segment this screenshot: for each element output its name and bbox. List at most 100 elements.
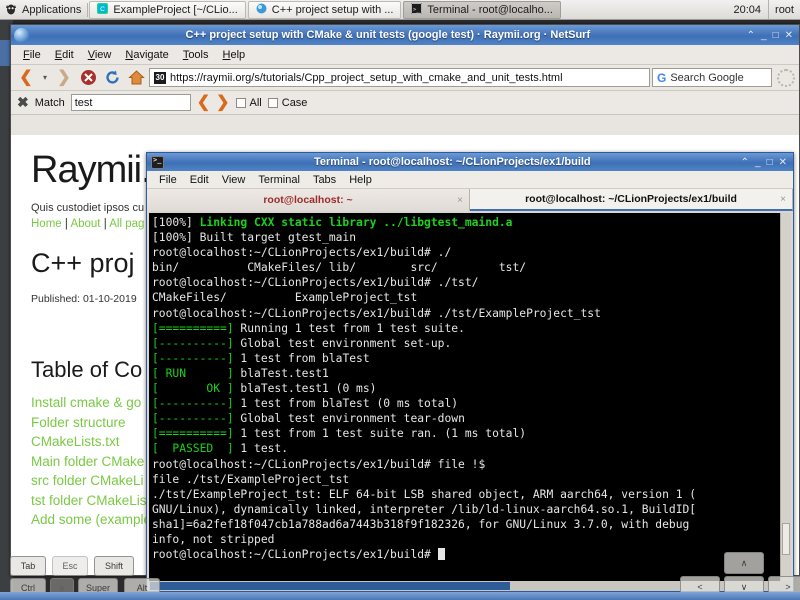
terminal-text: 1 test from blaTest [234, 352, 370, 365]
terminal-line: bin/ CMakeFiles/ lib/ src/ tst/ [152, 260, 788, 275]
find-bar[interactable]: ✖ Match test ❮ ❯ All Case [11, 91, 799, 115]
find-all-checkbox[interactable]: All [236, 97, 262, 109]
terminal-text: Global test environment tear-down [234, 412, 465, 425]
user-indicator[interactable]: root [768, 0, 800, 19]
terminal-menubar[interactable]: File Edit View Terminal Tabs Help [147, 171, 793, 189]
menu-tools[interactable]: Tools [177, 48, 215, 62]
close-button[interactable]: ✕ [779, 157, 787, 168]
find-next-icon[interactable]: ❯ [216, 95, 229, 111]
close-icon[interactable]: ✖ [17, 94, 29, 111]
menu-navigate[interactable]: Navigate [119, 48, 174, 62]
menu-view[interactable]: View [82, 48, 118, 62]
terminal-tab-home[interactable]: root@localhost: ~ × [147, 189, 470, 211]
terminal-text: [==========] [152, 427, 234, 440]
terminal-text: root@localhost:~/CLionProjects/ex1/build… [152, 246, 451, 259]
terminal-text: [ PASSED ] [152, 442, 234, 455]
menu-terminal[interactable]: Terminal [252, 173, 306, 187]
osk-key-up[interactable]: ∧ [724, 552, 764, 574]
browser-title: C++ project setup with CMake & unit test… [29, 29, 747, 41]
svg-text:>_: >_ [413, 7, 420, 13]
terminal-text: root@localhost:~/CLionProjects/ex1/build… [152, 548, 438, 561]
terminal-text: GNU/Linux), dynamically linked, interpre… [152, 503, 696, 516]
terminal-tabstrip[interactable]: root@localhost: ~ × root@localhost: ~/CL… [147, 189, 793, 211]
shade-button[interactable]: ⌃ [741, 157, 749, 168]
nav-link-about[interactable]: About [70, 218, 100, 230]
terminal-text: [ RUN ] [152, 367, 234, 380]
terminal-text: bin/ CMakeFiles/ lib/ src/ tst/ [152, 261, 526, 274]
terminal-text: ./tst/ExampleProject_tst: ELF 64-bit LSB… [152, 488, 696, 501]
terminal-scrollbar-vertical[interactable] [780, 213, 791, 581]
search-text: Search Google [670, 72, 743, 84]
maximize-button[interactable]: □ [773, 30, 779, 41]
menu-file[interactable]: File [153, 173, 183, 187]
taskbar-item-terminal[interactable]: >_ Terminal - root@localho... [403, 1, 561, 19]
maximize-button[interactable]: □ [767, 157, 773, 168]
terminal-line: root@localhost:~/CLionProjects/ex1/build… [152, 245, 788, 260]
reload-icon[interactable] [101, 67, 123, 89]
scrollbar-thumb[interactable] [150, 582, 510, 590]
checkbox-case[interactable] [268, 98, 278, 108]
shade-button[interactable]: ⌃ [747, 30, 755, 41]
tab-close-icon[interactable]: × [780, 194, 786, 205]
terminal-line: [----------] 1 test from blaTest (0 ms t… [152, 396, 788, 411]
osk-key-tab[interactable]: Tab [10, 556, 46, 576]
forward-arrow-icon[interactable]: ❯ [53, 67, 75, 89]
menu-help[interactable]: Help [343, 173, 378, 187]
chevron-down-icon[interactable]: ▾ [39, 67, 51, 89]
nav-link-all-pages[interactable]: All pag [109, 218, 144, 230]
back-arrow-icon[interactable]: ❮ [15, 67, 37, 89]
desktop-screen: 2. Favorites 7. Structure C++ project se… [0, 0, 800, 600]
url-input[interactable]: 30 https://raymii.org/s/tutorials/Cpp_pr… [149, 68, 650, 87]
menu-tabs[interactable]: Tabs [307, 173, 342, 187]
terminal-icon [151, 156, 164, 169]
clion-icon: C [97, 3, 108, 17]
browser-titlebar[interactable]: C++ project setup with CMake & unit test… [11, 25, 799, 45]
search-input[interactable]: G Search Google [652, 68, 772, 87]
osk-key-esc[interactable]: Esc [52, 556, 88, 576]
taskbar-item-netsurf[interactable]: C++ project setup with ... [248, 1, 402, 19]
nav-link-home[interactable]: Home [31, 218, 62, 230]
terminal-window-controls[interactable]: ⌃ _ □ ✕ [741, 157, 793, 168]
find-case-checkbox[interactable]: Case [268, 97, 308, 109]
terminal-line: [100%] Built target gtest_main [152, 230, 788, 245]
menu-help[interactable]: Help [217, 48, 252, 62]
clock[interactable]: 20:04 [727, 4, 769, 16]
browser-window-controls[interactable]: ⌃ _ □ ✕ [747, 30, 799, 41]
scrollbar-thumb[interactable] [782, 523, 790, 555]
terminal-line: root@localhost:~/CLionProjects/ex1/build… [152, 547, 788, 562]
terminal-text: CMakeFiles/ ExampleProject_tst [152, 291, 417, 304]
checkbox-all[interactable] [236, 98, 246, 108]
find-input[interactable]: test [71, 94, 191, 111]
terminal-text: root@localhost:~/CLionProjects/ex1/build… [152, 458, 485, 471]
close-button[interactable]: ✕ [785, 30, 793, 41]
stop-icon[interactable] [77, 67, 99, 89]
minimize-button[interactable]: _ [755, 157, 761, 168]
menu-view[interactable]: View [216, 173, 252, 187]
home-icon[interactable] [125, 67, 147, 89]
terminal-text: [ OK ] [152, 382, 234, 395]
terminal-text: file ./tst/ExampleProject_tst [152, 473, 349, 486]
terminal-output[interactable]: [100%] Linking CXX static library ../lib… [149, 213, 791, 581]
menu-file[interactable]: File [17, 48, 47, 62]
menu-edit[interactable]: Edit [49, 48, 80, 62]
menu-edit[interactable]: Edit [184, 173, 215, 187]
terminal-cursor [438, 548, 445, 560]
tab-close-icon[interactable]: × [457, 195, 463, 206]
terminal-tab-build[interactable]: root@localhost: ~/CLionProjects/ex1/buil… [470, 189, 793, 211]
taskbar-item-clion[interactable]: C ExampleProject [~/CLio... [89, 1, 245, 19]
terminal-window[interactable]: Terminal - root@localhost: ~/CLionProjec… [146, 152, 794, 592]
browser-toolbar[interactable]: ❮ ▾ ❯ 30 https://raymii.org/s/tutorials/… [11, 65, 799, 91]
osk-key-shift[interactable]: Shift [94, 556, 134, 576]
terminal-text: info, not stripped [152, 533, 274, 546]
terminal-line: root@localhost:~/CLionProjects/ex1/build… [152, 457, 788, 472]
find-label: Match [35, 97, 65, 109]
taskbar-separator [87, 3, 88, 17]
terminal-titlebar[interactable]: Terminal - root@localhost: ~/CLionProjec… [147, 153, 793, 171]
applications-menu[interactable]: Applications [0, 0, 87, 19]
favicon: 30 [154, 72, 166, 84]
minimize-button[interactable]: _ [761, 30, 767, 41]
desktop-taskbar[interactable]: Applications C ExampleProject [~/CLio...… [0, 0, 800, 20]
find-prev-icon[interactable]: ❮ [197, 95, 210, 111]
browser-menubar[interactable]: File Edit View Navigate Tools Help [11, 45, 799, 65]
terminal-line: sha1]=6a2fef18f047cb1a788ad6a7443b318f9f… [152, 517, 788, 532]
